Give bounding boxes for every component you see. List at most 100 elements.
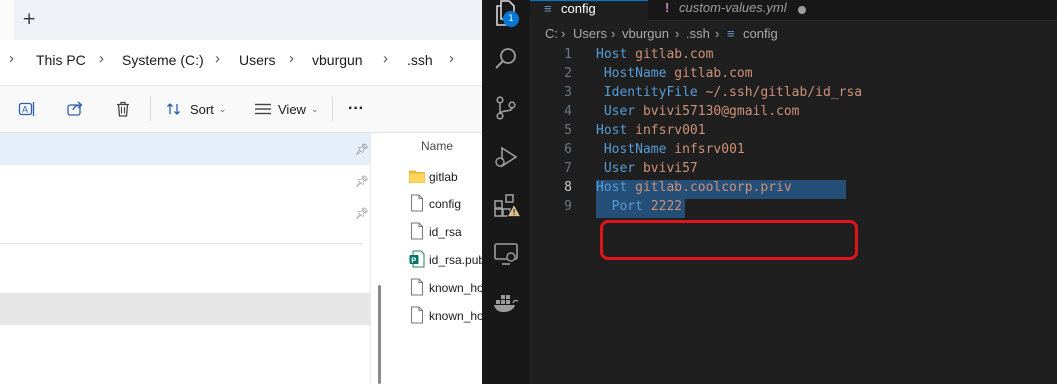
file-row-config[interactable]: config (387, 192, 482, 218)
share-icon (67, 101, 83, 116)
code-line: IdentityFile ~/.ssh/gitlab/id_rsa (603, 85, 863, 100)
settings-file-icon: ≡ (544, 1, 552, 16)
line-number: 6 (564, 142, 572, 157)
command-separator (332, 97, 333, 121)
code-line: Host gitlab.coolcorp.priv (596, 180, 792, 195)
line-number: 2 (564, 66, 572, 81)
chevron-right-icon: › (215, 50, 220, 67)
chevron-right-icon: › (99, 50, 104, 67)
breadcrumb-drive[interactable]: Systeme (C:) (122, 52, 204, 68)
pin-icon[interactable]: 📌︎ (355, 207, 369, 220)
command-separator (150, 97, 151, 121)
search-icon[interactable] (493, 46, 519, 72)
code-line: HostName gitlab.com (603, 66, 753, 81)
file-row-known-hosts-old[interactable]: known_ho (387, 304, 482, 330)
file-icon (411, 222, 423, 240)
svg-text:A: A (22, 105, 28, 115)
breadcrumb-user[interactable]: vburgun (622, 26, 669, 41)
breadcrumb-this-pc[interactable]: This PC (36, 52, 86, 68)
view-button[interactable]: View ⌄ (254, 99, 319, 119)
chevron-right-icon: › (383, 50, 388, 67)
svg-text:P: P (411, 256, 416, 265)
tab-label: custom-values.yml (679, 0, 787, 15)
file-row-id-rsa[interactable]: id_rsa (387, 220, 482, 246)
pin-icon[interactable]: 📌︎ (355, 143, 369, 156)
unsaved-dot-icon[interactable] (798, 6, 806, 14)
line-number: 7 (564, 161, 572, 176)
breadcrumb-users[interactable]: Users (239, 52, 276, 68)
line-number: 9 (564, 199, 572, 214)
file-name: config (429, 197, 462, 211)
chevron-right-icon: › (289, 50, 294, 67)
chevron-right-icon: › (561, 26, 566, 41)
breadcrumb: C: › Users › vburgun › .ssh › ≡ config (530, 24, 1057, 44)
code-line: HostName infsrv001 (603, 142, 745, 157)
more-options-button[interactable]: ··· (348, 99, 364, 119)
breadcrumb-ssh[interactable]: .ssh (686, 26, 710, 41)
address-bar[interactable]: › This PC › Systeme (C:) › Users › vburg… (0, 40, 482, 86)
nav-item[interactable] (0, 261, 370, 293)
breadcrumb-config[interactable]: config (743, 26, 778, 41)
tab-custom-values[interactable]: ! custom-values.yml (649, 0, 859, 20)
nav-item[interactable] (0, 325, 370, 357)
rename-button[interactable]: A (18, 99, 36, 119)
share-button[interactable] (66, 99, 84, 119)
new-tab-button[interactable]: + (22, 9, 36, 29)
breadcrumb-ssh[interactable]: .ssh (407, 52, 433, 68)
sort-icon (167, 103, 180, 115)
file-name: known_ho (429, 309, 482, 323)
file-icon (411, 278, 423, 296)
chevron-right-icon: › (611, 26, 616, 41)
nav-item[interactable]: 📌︎ (0, 197, 370, 229)
column-header-name[interactable]: Name (421, 139, 453, 153)
file-name: id_rsa (429, 225, 462, 239)
remote-explorer-icon[interactable] (493, 241, 519, 267)
file-name: gitlab (429, 170, 458, 184)
docker-icon[interactable] (493, 289, 519, 315)
file-explorer-window: + › This PC › Systeme (C:) › Users › vbu… (0, 0, 482, 384)
nav-pane-scrollbar[interactable] (370, 133, 388, 384)
file-icon (411, 306, 423, 324)
line-number: 8 (564, 180, 572, 195)
line-number: 3 (564, 85, 572, 100)
file-row-known-hosts[interactable]: known_ho (387, 276, 482, 302)
tab-config[interactable]: ≡ config (530, 0, 648, 21)
navigation-pane: 📌︎ 📌︎ 📌︎ (0, 133, 370, 384)
nav-item[interactable]: 📌︎ (0, 165, 370, 197)
code-editor[interactable]: 1 Host gitlab.com 2 HostName gitlab.com … (530, 44, 1057, 384)
tab-label: config (561, 1, 596, 16)
sort-button[interactable]: Sort ⌄ (166, 99, 226, 119)
nav-divider (0, 243, 363, 244)
nav-item[interactable]: 📌︎ (0, 133, 370, 165)
vscode-window: 1 ! ≡ config ! custom-values.yml C: › Us… (482, 0, 1057, 384)
breadcrumb-user[interactable]: vburgun (312, 52, 363, 68)
view-label: View (278, 101, 306, 117)
code-line: Host infsrv001 (596, 123, 706, 138)
breadcrumb-users[interactable]: Users (573, 26, 607, 41)
explorer-tab[interactable] (0, 0, 14, 40)
line-number: 1 (564, 47, 572, 62)
nav-item[interactable] (0, 293, 370, 325)
trash-icon (117, 101, 129, 117)
settings-file-icon: ≡ (727, 26, 735, 41)
line-number: 5 (564, 123, 572, 138)
file-row-id-rsa-pub[interactable]: P id_rsa.pub (387, 248, 482, 274)
delete-button[interactable] (114, 99, 132, 119)
file-row-gitlab[interactable]: gitlab (387, 165, 482, 191)
command-bar: A Sort ⌄ View ⌄ ··· (0, 86, 482, 133)
run-debug-icon[interactable] (493, 144, 519, 170)
file-name: known_ho (429, 281, 482, 295)
file-list: Name gitlab config id_rsa P id_rsa.pub k… (387, 133, 482, 384)
file-icon (411, 194, 423, 212)
view-icon (255, 103, 271, 115)
breadcrumb-drive[interactable]: C: (545, 26, 558, 41)
source-control-icon[interactable] (493, 95, 519, 121)
pin-icon[interactable]: 📌︎ (355, 175, 369, 188)
code-line: User bvivi57 (603, 161, 698, 176)
scrollbar-thumb[interactable] (378, 285, 381, 384)
editor-tab-bar: ≡ config ! custom-values.yml (530, 0, 1057, 21)
activity-bar: 1 ! (482, 0, 531, 384)
publisher-file-icon: P (409, 250, 425, 268)
rename-icon: A (18, 102, 35, 116)
highlight-annotation-box (600, 220, 858, 260)
